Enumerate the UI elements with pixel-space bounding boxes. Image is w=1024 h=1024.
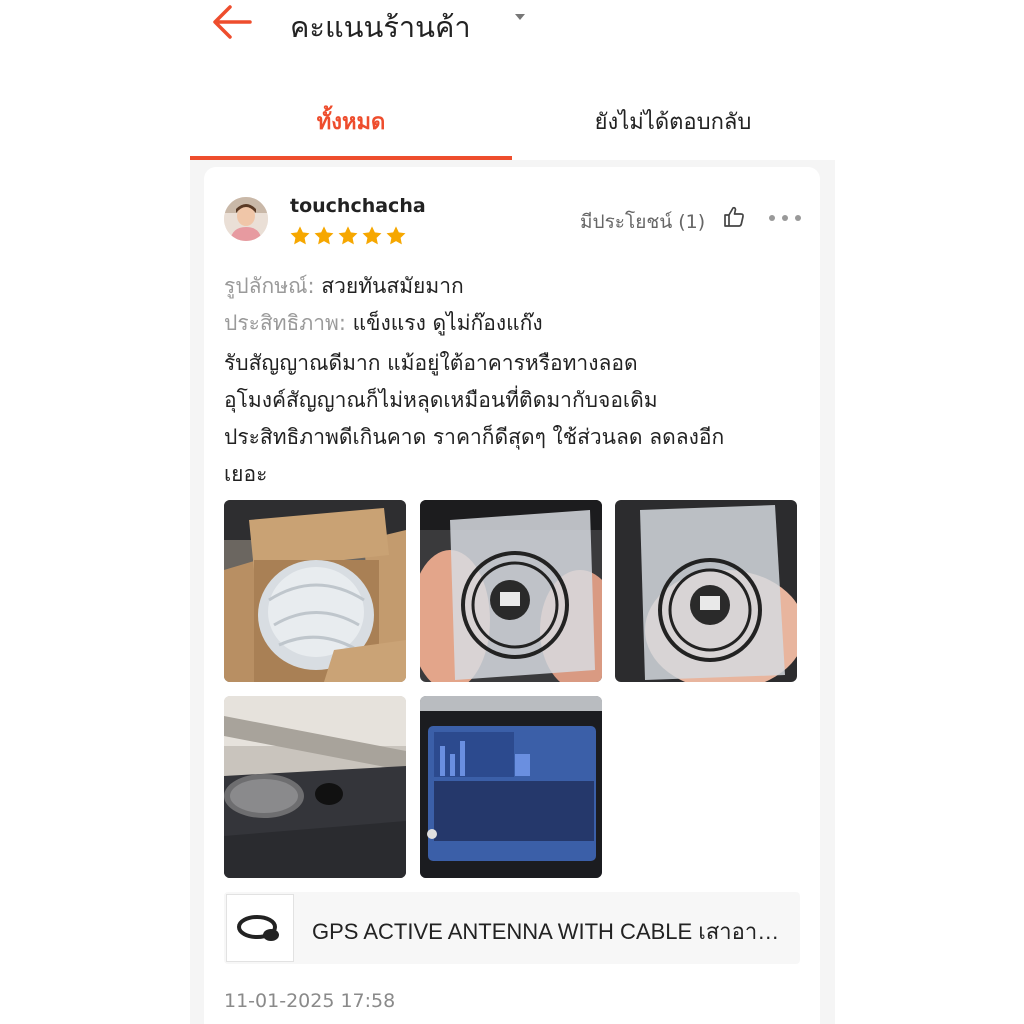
avatar[interactable] bbox=[224, 197, 268, 241]
page-title[interactable]: คะแนนร้านค้า bbox=[290, 4, 471, 50]
product-name: GPS ACTIVE ANTENNA WITH CABLE เสาอากาศ G… bbox=[312, 919, 782, 944]
attribute-appearance: รูปลักษณ์: สวยทันสมัยมาก bbox=[224, 270, 464, 303]
attribute-value: แข็งแรง ดูไม่ก๊องแก๊ง bbox=[352, 311, 543, 335]
star-rating bbox=[289, 225, 407, 247]
star-icon bbox=[338, 226, 358, 245]
review-photo-antenna-bag[interactable] bbox=[420, 500, 602, 682]
attribute-label: รูปลักษณ์: bbox=[224, 274, 315, 298]
star-icon bbox=[386, 226, 406, 245]
review-body: รับสัญญาณดีมาก แม้อยู่ใต้อาคารหรือทางลอด… bbox=[224, 345, 804, 493]
caret-down-icon[interactable] bbox=[515, 14, 525, 20]
user-avatar-image bbox=[224, 197, 268, 241]
review-photo-package[interactable] bbox=[224, 500, 406, 682]
helpful-count[interactable]: มีประโยชน์ (1) bbox=[580, 207, 705, 237]
tab-not-replied[interactable]: ยังไม่ได้ตอบกลับ bbox=[512, 95, 834, 161]
review-text-line: ประสิทธิภาพดีเกินคาด ราคาก็ดีสุดๆ ใช้ส่ว… bbox=[224, 425, 725, 449]
review-text-line: อุโมงค์สัญญาณก็ไม่หลุดเหมือนที่ติดมากับจ… bbox=[224, 388, 658, 412]
star-icon bbox=[290, 226, 310, 245]
review-text-line: รับสัญญาณดีมาก แม้อยู่ใต้อาคารหรือทางลอด bbox=[224, 351, 638, 375]
attribute-value: สวยทันสมัยมาก bbox=[321, 274, 464, 298]
app-header: คะแนนร้านค้า bbox=[190, 0, 835, 60]
tab-bar: ทั้งหมด ยังไม่ได้ตอบกลับ bbox=[190, 95, 835, 161]
product-thumbnail bbox=[226, 894, 294, 962]
arrow-left-icon[interactable] bbox=[210, 2, 254, 42]
star-icon bbox=[362, 226, 382, 245]
more-options-icon[interactable] bbox=[768, 214, 802, 222]
tab-all[interactable]: ทั้งหมด bbox=[190, 95, 512, 161]
review-text-line: เยอะ bbox=[224, 462, 268, 486]
star-icon bbox=[314, 226, 334, 245]
review-photo-dashboard[interactable] bbox=[224, 696, 406, 878]
attribute-label: ประสิทธิภาพ: bbox=[224, 311, 346, 335]
attribute-performance: ประสิทธิภาพ: แข็งแรง ดูไม่ก๊องแก๊ง bbox=[224, 307, 543, 340]
review-photo-head-unit[interactable] bbox=[420, 696, 602, 878]
review-photo-antenna-bag[interactable] bbox=[615, 500, 797, 682]
product-link[interactable]: GPS ACTIVE ANTENNA WITH CABLE เสาอากาศ G… bbox=[224, 892, 800, 964]
reviewer-username: touchchacha bbox=[290, 195, 426, 217]
thumbs-up-icon[interactable] bbox=[722, 205, 746, 229]
review-timestamp: 11-01-2025 17:58 bbox=[224, 990, 396, 1012]
